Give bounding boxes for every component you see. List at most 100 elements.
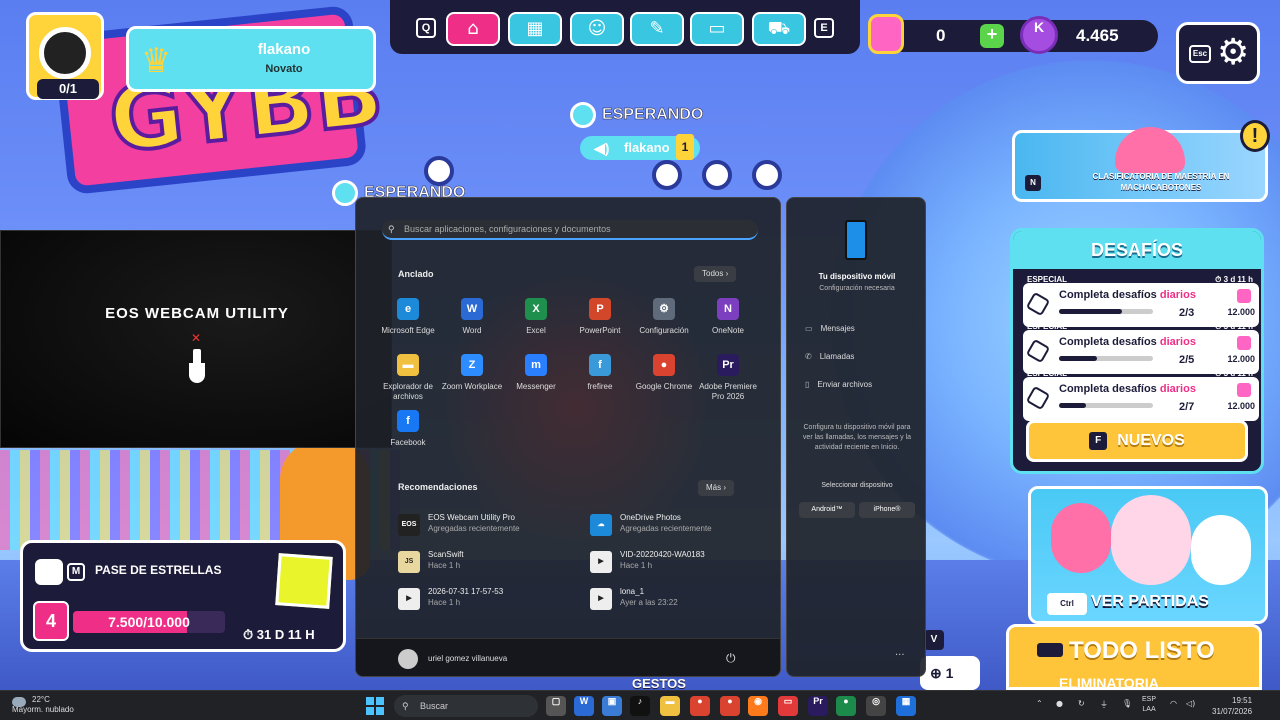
gestures-label: GESTOS [632,676,686,691]
clock[interactable]: 19:51 31/07/2026 [1212,695,1252,717]
pinned-app[interactable]: Z Zoom Workplace [440,354,504,392]
pass-reward [275,553,333,609]
all-apps-button[interactable]: Todos › [694,266,737,282]
pinned-app[interactable]: P PowerPoint [568,298,632,336]
player-avatar[interactable]: 0/1 [26,12,104,100]
pinned-app[interactable]: ▬ Explorador de archivos [376,354,440,402]
firefox-taskbar-icon[interactable]: ◉ [748,696,768,716]
matches-label: VER PARTIDAS [1091,593,1209,610]
chrome-taskbar-icon[interactable]: ● [690,696,710,716]
pinned-app[interactable]: ⚙ Configuración [632,298,696,336]
phone-call-icon: ✆ [805,352,812,361]
party-invite-button[interactable]: ⊕ 1 [920,656,980,690]
pinned-app[interactable]: m Messenger [504,354,568,392]
recommended-name: OneDrive Photos [620,513,681,522]
view-matches-card[interactable]: Ctrl VER PARTIDAS [1028,486,1268,624]
app-icon: m [525,354,547,376]
weather-widget[interactable]: 22°C Mayorm. nublado [12,695,74,715]
android-button[interactable]: Android™ [799,502,855,518]
pinned-app[interactable]: Pr Adobe Premiere Pro 2026 [696,354,760,402]
store-taskbar-icon[interactable]: ▣ [602,696,622,716]
iphone-button[interactable]: iPhone® [859,502,915,518]
nav-left-key: Q [416,18,436,38]
challenge-item[interactable]: ESPECIAL ⏱ 3 d 11 h Completa desafíos diar… [1023,322,1259,374]
chrome-taskbar-icon[interactable]: ● [836,696,856,716]
app-tray-icon[interactable]: ● [1056,699,1063,708]
pinned-app[interactable]: ● Google Chrome [632,354,696,392]
usb-tray-icon[interactable]: ⏚ [1100,699,1108,710]
cloud-icon [12,697,26,707]
phone-calls[interactable]: ✆ Llamadas [805,352,854,361]
pinned-app[interactable]: X Excel [504,298,568,336]
pinned-app[interactable]: f Facebook [376,410,440,448]
cart-icon: ⛟ [767,18,791,39]
buy-gems-button[interactable]: + [980,24,1004,48]
player-name: flakano [257,41,311,58]
tiktok-taskbar-icon[interactable]: ♪ [630,696,650,716]
obs-taskbar-icon[interactable]: ◎ [866,696,886,716]
new-challenges-button[interactable]: F NUEVOS [1026,420,1248,462]
file-icon: JS [398,551,420,573]
more-options-icon[interactable]: ··· [895,650,905,661]
explorer-taskbar-icon[interactable]: ▬ [660,696,680,716]
phone-send-files[interactable]: ▯ Enviar archivos [805,380,872,389]
refresh-icon[interactable]: ↻ [1078,699,1085,708]
wifi-icon[interactable]: ◠ [1170,699,1177,708]
star-pass-card[interactable]: M PASE DE ESTRELLAS 4 7.500/10.000 ⏱ 31 … [20,540,346,652]
recommended-item[interactable]: ☁ OneDrive Photos Agregadas recientemente [590,512,760,542]
user-name[interactable]: uriel gomez villanueva [428,654,507,663]
shop-button[interactable]: ⛟ [752,12,806,46]
phone-messages[interactable]: ▭ Mensajes [805,324,855,333]
task-view-icon[interactable]: ▢ [546,696,566,716]
taskbar-search[interactable]: ⚲ Buscar [394,695,538,717]
app-icon: Z [461,354,483,376]
challenge-label: Completa desafíos diarios [1059,289,1196,301]
pass-title: PASE DE ESTRELLAS [95,563,222,577]
spacebar-key [1037,643,1063,657]
game-taskbar-icon[interactable]: ▦ [896,696,916,716]
start-search-input[interactable]: ⚲ Buscar aplicaciones, configuraciones y… [382,220,758,240]
word-taskbar-icon[interactable]: W [574,696,594,716]
recommended-item[interactable]: ▶ 2026-07-31 17-57-53 Hace 1 h [398,586,568,616]
crowns-progress: 0/1 [37,79,99,99]
challenge-time: ⏱ 3 d 11 h [1215,275,1253,284]
pinned-app[interactable]: e Microsoft Edge [376,298,440,336]
app-icon: W [461,298,483,320]
alert-icon[interactable]: ! [1240,120,1270,152]
chevron-up-icon[interactable]: ⌃ [1036,699,1043,708]
ready-button[interactable]: TODO LISTO ELIMINATORIA [1006,624,1262,691]
v-key: V [924,630,944,650]
recommended-item[interactable]: EOS EOS Webcam Utility Pro Agregadas recie… [398,512,568,542]
settings-button[interactable]: Esc ⚙ [1176,22,1260,84]
chrome-taskbar-icon[interactable]: ● [720,696,740,716]
capcut-taskbar-icon[interactable]: ▭ [778,696,798,716]
creative-button[interactable]: ✎ [630,12,684,46]
pinned-app[interactable]: W Word [440,298,504,336]
customize-button[interactable]: ☺ [570,12,624,46]
home-button[interactable]: ⌂ [446,12,500,46]
pinned-app[interactable]: N OneNote [696,298,760,336]
player-name-card[interactable]: ♛ flakano Novato [126,26,376,92]
premiere-taskbar-icon[interactable]: Pr [808,696,828,716]
windows-start-button[interactable] [366,697,384,715]
file-icon: ▶ [398,588,420,610]
more-button[interactable]: Más › [698,480,735,496]
recommended-item[interactable]: ▶ lona_1 Ayer a las 23:22 [590,586,760,616]
microphone-icon[interactable]: 🎙 [1122,699,1132,708]
challenge-item[interactable]: ESPECIAL ⏱ 3 d 11 h Completa desafíos diar… [1023,369,1259,421]
pass-button[interactable]: ▭ [690,12,744,46]
promo-banner[interactable]: N CLASIFICATORIA DE MAESTRÍA EN MACHACAB… [1012,127,1268,202]
volume-icon[interactable]: ◁) [1186,699,1195,708]
power-icon[interactable]: ⏻ [726,651,736,666]
recommended-name: VID-20220420-WA0183 [620,550,705,559]
pinned-app[interactable]: f frefiree [568,354,632,392]
recommended-item[interactable]: JS ScanSwift Hace 1 h [398,549,568,579]
language-indicator[interactable]: ESP LAA [1142,695,1156,715]
app-name: Explorador de archivos [383,382,433,401]
user-avatar[interactable] [398,649,418,669]
reward-gem-icon [1237,336,1251,350]
challenge-item[interactable]: ESPECIAL ⏱ 3 d 11 h Completa desafíos diar… [1023,275,1259,327]
recommended-item[interactable]: ▶ VID-20220420-WA0183 Hace 1 h [590,549,760,579]
select-device[interactable]: Seleccionar dispositivo [787,482,927,489]
events-button[interactable]: ▦ [508,12,562,46]
